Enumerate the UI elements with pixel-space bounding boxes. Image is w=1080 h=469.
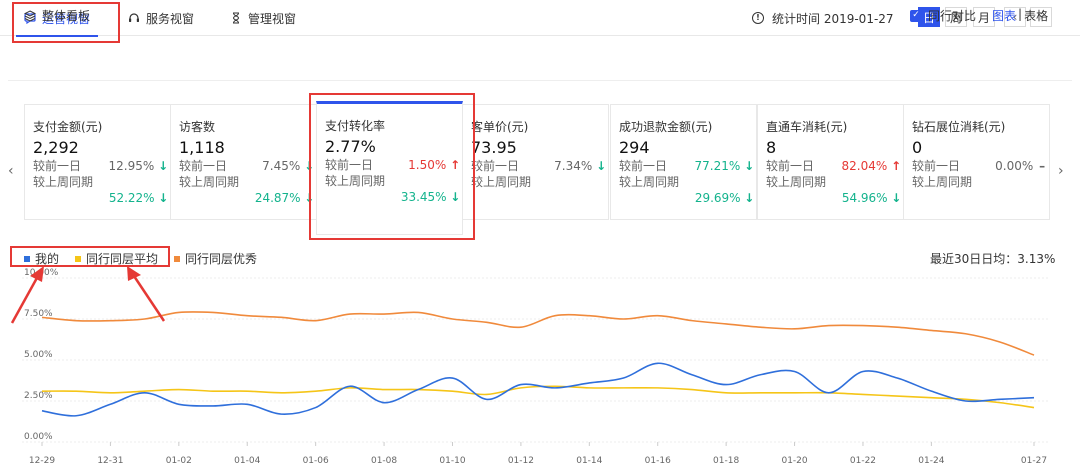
annotation-arrowhead: [127, 266, 141, 281]
annotation-arrow: [132, 275, 166, 322]
annotation-arrow: [10, 275, 40, 324]
annotation-arrows: [10, 266, 166, 324]
